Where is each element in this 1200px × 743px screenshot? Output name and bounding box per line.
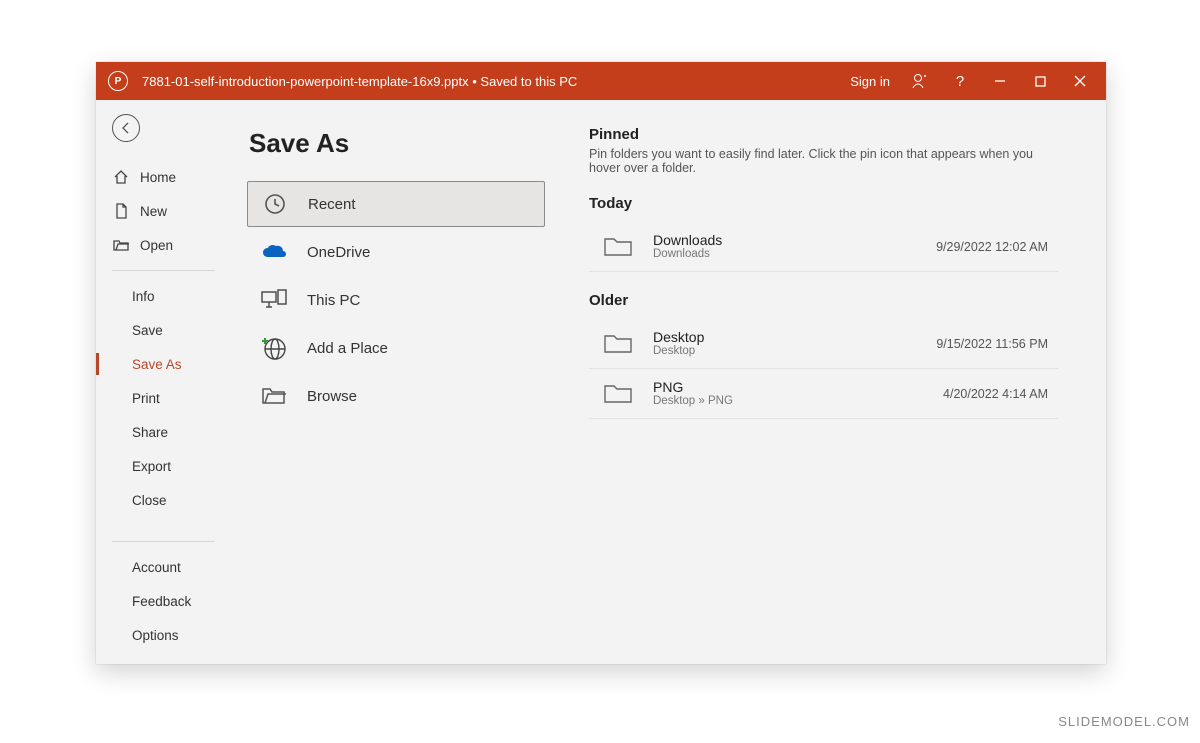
nav-export[interactable]: Export [96,449,231,483]
account-manager-icon[interactable] [900,62,940,100]
nav-options[interactable]: Options [96,618,231,652]
add-place-icon [261,335,287,361]
divider [112,541,215,542]
nav-label: Export [132,459,171,474]
folder-path: Downloads [653,248,936,262]
home-icon [112,168,130,186]
folder-time: 9/29/2022 12:02 AM [936,240,1058,254]
nav-label: Share [132,425,168,440]
location-this-pc[interactable]: This PC [247,277,545,323]
divider [112,270,215,271]
folder-row-desktop[interactable]: Desktop Desktop 9/15/2022 11:56 PM [589,319,1058,369]
nav-share[interactable]: Share [96,415,231,449]
app-window: P 7881-01-self-introduction-powerpoint-t… [96,62,1106,664]
nav-label: Info [132,289,155,304]
location-label: OneDrive [307,244,370,261]
older-heading: Older [589,292,1058,309]
location-onedrive[interactable]: OneDrive [247,229,545,275]
nav-account[interactable]: Account [96,550,231,584]
powerpoint-icon: P [108,71,128,91]
folder-name: PNG [653,379,943,395]
location-label: Browse [307,388,357,405]
nav-label: Options [132,628,179,643]
backstage-sidebar: Home New Open Info Save Save As Print Sh… [96,100,231,664]
location-label: This PC [307,292,360,309]
location-add-place[interactable]: Add a Place [247,325,545,371]
nav-label: Save [132,323,163,338]
nav-new[interactable]: New [96,194,231,228]
folder-time: 4/20/2022 4:14 AM [943,387,1058,401]
folder-icon [601,380,635,408]
nav-label: New [140,204,167,219]
nav-label: Home [140,170,176,185]
minimize-button[interactable] [980,62,1020,100]
maximize-button[interactable] [1020,62,1060,100]
nav-save[interactable]: Save [96,313,231,347]
onedrive-icon [261,239,287,265]
nav-info[interactable]: Info [96,279,231,313]
close-button[interactable] [1060,62,1100,100]
save-status: Saved to this PC [480,74,577,89]
folder-path: Desktop » PNG [653,395,943,409]
help-icon[interactable]: ? [940,62,980,100]
watermark: SLIDEMODEL.COM [1058,714,1190,729]
nav-close[interactable]: Close [96,483,231,517]
folder-name: Desktop [653,329,936,345]
nav-feedback[interactable]: Feedback [96,584,231,618]
pinned-heading: Pinned [589,126,1058,143]
sign-in-link[interactable]: Sign in [840,74,900,89]
nav-label: Account [132,560,181,575]
location-label: Add a Place [307,340,388,357]
nav-label: Open [140,238,173,253]
location-browse[interactable]: Browse [247,373,545,419]
folder-open-icon [261,383,287,409]
nav-label: Save As [132,357,182,372]
folder-path: Desktop [653,345,936,359]
nav-print[interactable]: Print [96,381,231,415]
folder-name: Downloads [653,232,936,248]
clock-icon [262,191,288,217]
nav-save-as[interactable]: Save As [96,347,231,381]
nav-label: Print [132,391,160,406]
folder-row-png[interactable]: PNG Desktop » PNG 4/20/2022 4:14 AM [589,369,1058,419]
folder-icon [601,330,635,358]
locations-pane: Save As Recent OneDrive This PC [231,100,561,664]
location-label: Recent [308,196,356,213]
location-recent[interactable]: Recent [247,181,545,227]
folder-time: 9/15/2022 11:56 PM [936,337,1058,351]
recent-folders-pane: Pinned Pin folders you want to easily fi… [561,100,1106,664]
pinned-subtext: Pin folders you want to easily find late… [589,147,1058,175]
folder-icon [601,233,635,261]
this-pc-icon [261,287,287,313]
today-heading: Today [589,195,1058,212]
window-title: 7881-01-self-introduction-powerpoint-tem… [142,74,577,89]
back-button[interactable] [112,114,140,142]
title-bar: P 7881-01-self-introduction-powerpoint-t… [96,62,1106,100]
page-title: Save As [247,128,545,159]
nav-label: Close [132,493,167,508]
nav-home[interactable]: Home [96,160,231,194]
folder-row-downloads[interactable]: Downloads Downloads 9/29/2022 12:02 AM [589,222,1058,272]
filename: 7881-01-self-introduction-powerpoint-tem… [142,74,469,89]
file-icon [112,202,130,220]
nav-label: Feedback [132,594,191,609]
nav-open[interactable]: Open [96,228,231,262]
folder-open-icon [112,236,130,254]
